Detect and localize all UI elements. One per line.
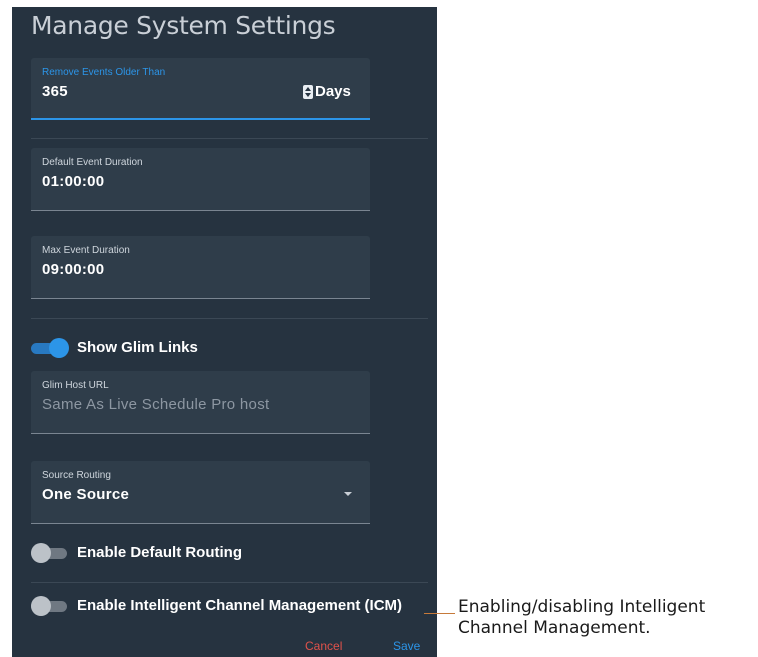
callout-annotation: Enabling/disabling Intelligent Channel M… <box>458 597 758 639</box>
glim-host-url-field[interactable]: Glim Host URL Same As Live Schedule Pro … <box>31 371 370 434</box>
callout-line-2: Channel Management. <box>458 618 651 638</box>
chevron-down-icon[interactable] <box>344 492 352 496</box>
default-event-duration-value[interactable]: 01:00:00 <box>42 173 104 190</box>
enable-default-routing-toggle[interactable] <box>31 543 71 563</box>
enable-icm-label: Enable Intelligent Channel Management (I… <box>77 597 403 614</box>
glim-host-url-label: Glim Host URL <box>42 380 109 391</box>
enable-icm-toggle[interactable] <box>31 596 71 616</box>
default-event-duration-label: Default Event Duration <box>42 157 143 168</box>
divider <box>31 138 428 139</box>
number-spinner-icon[interactable] <box>303 85 313 99</box>
callout-leader-line <box>424 613 455 614</box>
show-glim-links-toggle[interactable] <box>31 338 71 358</box>
remove-events-value[interactable]: 365 <box>42 83 68 100</box>
cancel-button[interactable]: Cancel <box>305 639 342 653</box>
default-event-duration-field[interactable]: Default Event Duration 01:00:00 <box>31 148 370 211</box>
dialog-title: Manage System Settings <box>31 11 336 40</box>
callout-line-1: Enabling/disabling Intelligent <box>458 597 706 617</box>
save-button[interactable]: Save <box>393 639 420 653</box>
source-routing-value[interactable]: One Source <box>42 486 129 503</box>
max-event-duration-label: Max Event Duration <box>42 245 130 256</box>
source-routing-label: Source Routing <box>42 470 111 481</box>
divider <box>31 318 428 319</box>
enable-default-routing-label: Enable Default Routing <box>77 544 242 561</box>
days-suffix: Days <box>315 83 351 100</box>
system-settings-dialog: Manage System Settings Remove Events Old… <box>12 7 437 657</box>
glim-host-url-input[interactable]: Same As Live Schedule Pro host <box>42 396 269 413</box>
show-glim-links-label: Show Glim Links <box>77 339 198 356</box>
remove-events-field[interactable]: Remove Events Older Than 365 Days <box>31 58 370 120</box>
divider <box>31 582 428 583</box>
max-event-duration-field[interactable]: Max Event Duration 09:00:00 <box>31 236 370 299</box>
remove-events-label: Remove Events Older Than <box>42 67 166 78</box>
source-routing-select[interactable]: Source Routing One Source <box>31 461 370 524</box>
max-event-duration-value[interactable]: 09:00:00 <box>42 261 104 278</box>
